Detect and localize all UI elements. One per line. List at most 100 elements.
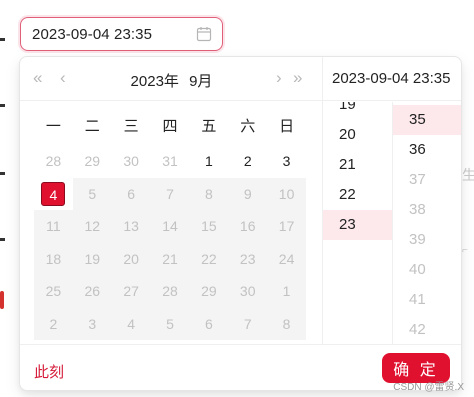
page: 生 ⌐ 2023-09-04 23:35 « ‹ 2023年 9月 › » 一 …	[0, 0, 474, 397]
day-cell: 17	[267, 210, 307, 243]
day-cell: 29	[189, 275, 229, 308]
hour-option[interactable]: 19	[323, 102, 392, 120]
day-number: 31	[162, 153, 178, 170]
day-cell[interactable]: 28	[34, 145, 73, 178]
hour-option[interactable]: 21	[323, 150, 392, 180]
day-cell: 23	[228, 242, 268, 275]
day-cell: 22	[189, 242, 229, 275]
watermark: CSDN @雷贤.X	[393, 382, 464, 393]
day-cell: 6	[111, 177, 151, 210]
datetime-input-value: 2023-09-04 23:35	[32, 25, 153, 43]
day-cell[interactable]: 30	[112, 145, 151, 178]
next-year-button[interactable]: »	[293, 68, 302, 88]
week-row: 4 5 6 7 8 9 10	[34, 177, 307, 211]
day-number: 24	[278, 250, 295, 267]
week-row: 25 26 27 28 29 30 1	[34, 275, 307, 308]
background-text-fragment: 生	[462, 167, 474, 183]
weekday-label: 三	[123, 118, 139, 135]
day-number: 14	[162, 218, 178, 235]
day-number: 26	[84, 283, 101, 300]
day-cell[interactable]: 31	[151, 145, 190, 178]
datetime-dropdown-panel: « ‹ 2023年 9月 › » 一 二 三 四 五 六 日 28 29 30 31 1…	[19, 56, 462, 391]
day-cell[interactable]: 1	[189, 145, 228, 178]
day-number: 22	[201, 250, 217, 267]
weekday-label: 六	[240, 118, 256, 135]
minute-option[interactable]: 41	[393, 285, 461, 315]
day-cell: 26	[72, 275, 112, 308]
next-month-button[interactable]: ›	[276, 68, 282, 88]
week-row: 11 12 13 14 15 16 17	[34, 210, 307, 243]
minute-column[interactable]: 35 36 37 38 39 40 41 42	[393, 102, 461, 344]
minute-option[interactable]: 35	[393, 105, 461, 135]
month-select[interactable]: 9月	[189, 73, 212, 90]
minute-option[interactable]: 36	[393, 135, 461, 165]
minute-option[interactable]: 42	[393, 315, 461, 344]
minute-option[interactable]: 37	[393, 165, 461, 195]
day-cell: 21	[150, 242, 190, 275]
day-cell: 27	[111, 275, 151, 308]
day-number: 16	[239, 218, 256, 235]
weekday-header: 一 二 三 四 五 六 日	[34, 115, 306, 135]
hour-option[interactable]: 20	[323, 120, 392, 150]
day-cell: 19	[72, 242, 112, 275]
now-button[interactable]: 此刻	[34, 361, 64, 382]
form-label-fragment	[0, 238, 5, 241]
day-number: 2	[49, 315, 58, 332]
day-cell: 5	[72, 177, 112, 210]
day-number: 8	[282, 315, 291, 332]
time-panel: 2023-09-04 23:35 19 20 21 22 23 35 36 37 38 39 40…	[323, 57, 461, 344]
day-cell: 15	[189, 210, 229, 243]
week-row: 18 19 20 21 22 23 24	[34, 242, 307, 275]
form-label-fragment	[0, 104, 5, 107]
day-number: 30	[123, 153, 139, 170]
day-number: 30	[239, 283, 256, 300]
day-number: 23	[239, 250, 256, 267]
day-cell[interactable]: 29	[73, 145, 112, 178]
weekday-label: 二	[84, 118, 100, 135]
day-cell: 7	[228, 307, 268, 340]
day-number: 8	[204, 185, 213, 202]
day-grid: 28 29 30 31 1 2 3 4 5 6 7 8 9 10 11 12 13 14 15 16 17 18 19 20 2…	[34, 145, 307, 340]
day-number: 4	[41, 181, 66, 206]
day-cell: 25	[34, 275, 73, 308]
hour-column[interactable]: 19 20 21 22 23	[323, 102, 393, 344]
day-cell-selected[interactable]: 4	[34, 178, 73, 211]
day-cell: 8	[267, 307, 307, 340]
minute-option[interactable]: 38	[393, 195, 461, 225]
day-cell: 13	[111, 210, 151, 243]
day-cell: 16	[228, 210, 268, 243]
day-cell[interactable]: 3	[267, 145, 306, 178]
day-number: 29	[201, 283, 217, 300]
day-cell: 6	[189, 307, 229, 340]
day-number: 25	[45, 283, 62, 300]
day-cell[interactable]: 2	[228, 145, 267, 178]
day-number: 5	[88, 185, 97, 202]
day-number: 17	[278, 218, 295, 235]
day-number: 3	[282, 153, 291, 170]
day-number: 28	[162, 283, 178, 300]
weekday-label: 日	[279, 118, 295, 135]
day-number: 7	[243, 315, 252, 332]
minute-option[interactable]: 39	[393, 225, 461, 255]
day-cell: 4	[111, 307, 151, 340]
week-row: 28 29 30 31 1 2 3	[34, 145, 306, 178]
day-number: 19	[84, 250, 101, 267]
date-panel-header: « ‹ 2023年 9月 › »	[20, 57, 323, 101]
hour-option[interactable]: 23	[323, 210, 392, 240]
day-number: 11	[46, 218, 61, 235]
background-glyph-fragment: ⌐	[462, 245, 468, 256]
day-cell: 12	[72, 210, 112, 243]
minute-option[interactable]: 40	[393, 255, 461, 285]
day-cell: 11	[34, 210, 73, 243]
calendar-icon[interactable]	[196, 26, 212, 42]
datetime-input[interactable]: 2023-09-04 23:35	[20, 17, 223, 51]
hour-option[interactable]: 22	[323, 180, 392, 210]
day-number: 20	[123, 250, 139, 267]
day-cell: 9	[228, 177, 268, 210]
day-number: 13	[123, 218, 139, 235]
day-cell: 24	[267, 242, 307, 275]
selected-datetime-display: 2023-09-04 23:35	[323, 57, 461, 101]
day-number: 29	[84, 153, 101, 170]
year-select[interactable]: 2023年	[131, 73, 179, 90]
day-number: 15	[201, 218, 217, 235]
